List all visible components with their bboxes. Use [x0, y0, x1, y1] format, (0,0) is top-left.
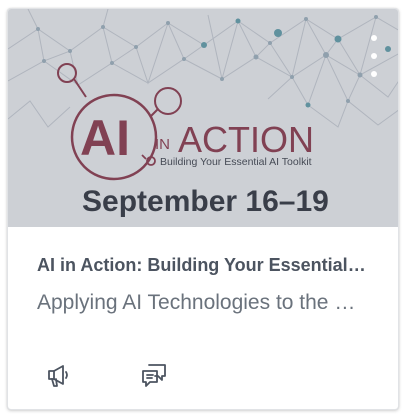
logo-in-text: IN: [155, 136, 170, 153]
discussions-chat-icon: [142, 364, 166, 387]
logo-tagline-text: Building Your Essential AI Toolkit: [160, 156, 312, 168]
hero-artwork: AI IN ACTION Building Your Essential AI …: [8, 9, 398, 227]
course-card-header: AI in Action: Building Your Essential AI…: [8, 227, 398, 409]
course-title-link[interactable]: AI in Action: Building Your Essential AI…: [37, 253, 367, 277]
course-card-image[interactable]: AI IN ACTION Building Your Essential AI …: [8, 9, 398, 227]
logo-action-text: ACTION: [178, 119, 314, 160]
announcements-button[interactable]: [38, 355, 78, 395]
course-subtitle: Applying AI Technologies to the Workplac…: [37, 291, 367, 314]
logo-ai-text: AI: [80, 110, 130, 166]
event-dates-text: September 16–19: [82, 185, 329, 218]
kebab-vertical-icon[interactable]: [362, 35, 386, 77]
announcements-megaphone-icon: [48, 365, 68, 387]
course-card[interactable]: AI IN ACTION Building Your Essential AI …: [7, 8, 399, 410]
discussions-button[interactable]: [134, 355, 174, 395]
